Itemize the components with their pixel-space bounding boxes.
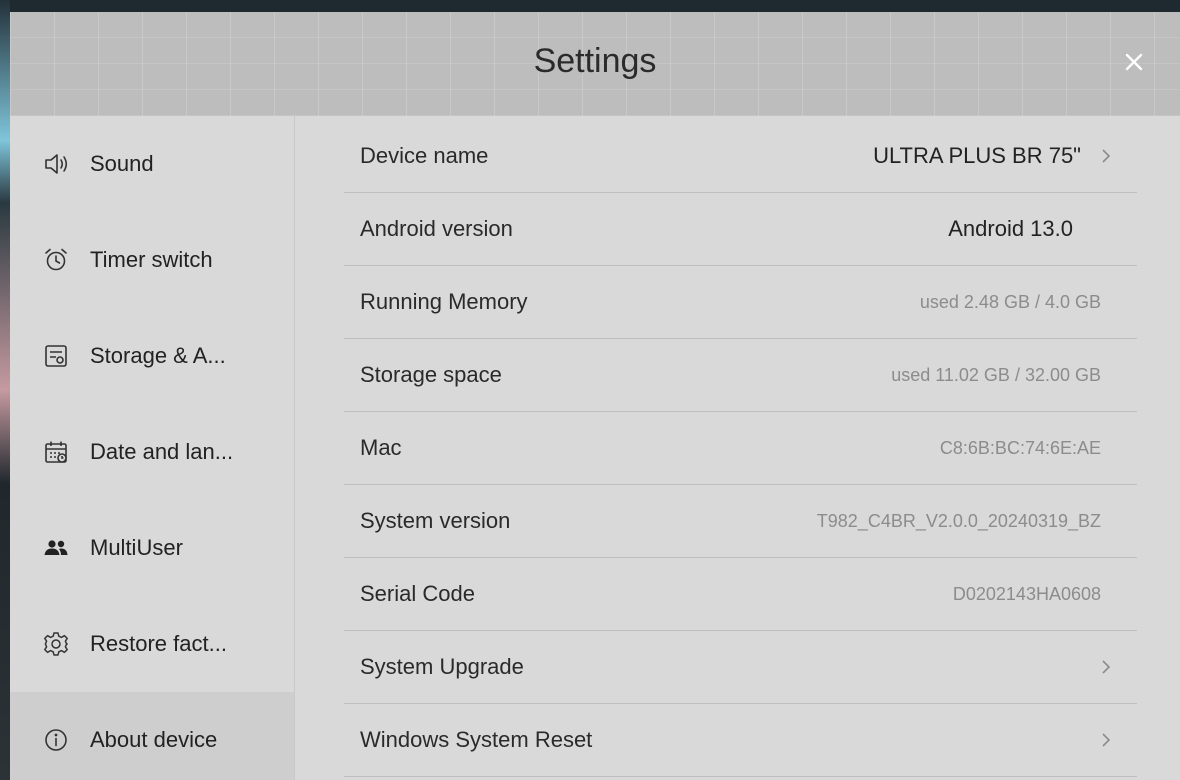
calendar-icon [42,438,70,466]
serial-code-row: Serial Code D0202143HA0608 [344,558,1137,631]
mac-value: C8:6B:BC:74:6E:AE [939,437,1101,458]
settings-window: Settings Sound Timer switch Storage & A.… [10,12,1180,780]
gear-icon [42,630,70,658]
page-title: Settings [533,42,657,80]
row-label: Device name [360,143,489,168]
alarm-clock-icon [42,246,70,274]
about-device-panel: Device name ULTRA PLUS BR 75" Android ve… [295,116,1180,780]
row-label: Windows System Reset [360,727,593,752]
row-label: Serial Code [360,581,475,606]
sidebar-item-label: MultiUser [90,535,183,560]
row-label: Storage space [360,362,502,387]
sidebar-item-label: Timer switch [90,247,213,272]
info-icon [42,726,70,754]
system-version-row: System version T982_C4BR_V2.0.0_20240319… [344,485,1137,558]
users-icon [42,534,70,562]
storage-space-row: Storage space used 11.02 GB / 32.00 GB [344,339,1137,412]
sidebar-item-multiuser[interactable]: MultiUser [10,500,294,596]
system-version-value: T982_C4BR_V2.0.0_20240319_BZ [816,510,1101,531]
close-icon [1125,53,1143,71]
sidebar-item-storage[interactable]: Storage & A... [10,308,294,404]
android-version-row: Android version Android 13.0 [344,193,1137,266]
sidebar-item-label: Storage & A... [90,343,226,368]
device-name-row[interactable]: Device name ULTRA PLUS BR 75" [344,120,1137,193]
sidebar-item-date-language[interactable]: Date and lan... [10,404,294,500]
running-memory-value: used 2.48 GB / 4.0 GB [919,291,1101,312]
windows-system-reset-row[interactable]: Windows System Reset [344,704,1137,777]
sidebar-item-timer-switch[interactable]: Timer switch [10,212,294,308]
row-label: System Upgrade [360,654,524,679]
background-edge [0,0,10,780]
sidebar-item-restore-factory[interactable]: Restore fact... [10,596,294,692]
serial-code-value: D0202143HA0608 [952,583,1101,604]
sidebar-item-label: Date and lan... [90,439,234,464]
storage-space-value: used 11.02 GB / 32.00 GB [891,364,1101,385]
sidebar-item-label: Restore fact... [90,631,227,656]
row-label: Mac [360,435,402,460]
speaker-icon [42,150,70,178]
title-bar: Settings [10,12,1180,116]
storage-icon [42,342,70,370]
row-label: Android version [360,216,513,241]
device-name-value: ULTRA PLUS BR 75" [873,143,1081,168]
row-label: System version [360,508,511,533]
chevron-right-icon [1099,730,1113,750]
sidebar-item-about-device[interactable]: About device [10,692,294,780]
sidebar-item-sound[interactable]: Sound [10,116,294,212]
system-upgrade-row[interactable]: System Upgrade [344,631,1137,704]
row-label: Running Memory [360,289,528,314]
running-memory-row: Running Memory used 2.48 GB / 4.0 GB [344,266,1137,339]
close-button[interactable] [1114,42,1154,82]
android-version-value: Android 13.0 [948,216,1073,241]
mac-row: Mac C8:6B:BC:74:6E:AE [344,412,1137,485]
chevron-right-icon [1099,657,1113,677]
sidebar-item-label: About device [90,727,218,752]
sidebar-item-label: Sound [90,151,154,176]
chevron-right-icon [1099,146,1113,166]
sidebar: Sound Timer switch Storage & A... Date a… [10,116,295,780]
